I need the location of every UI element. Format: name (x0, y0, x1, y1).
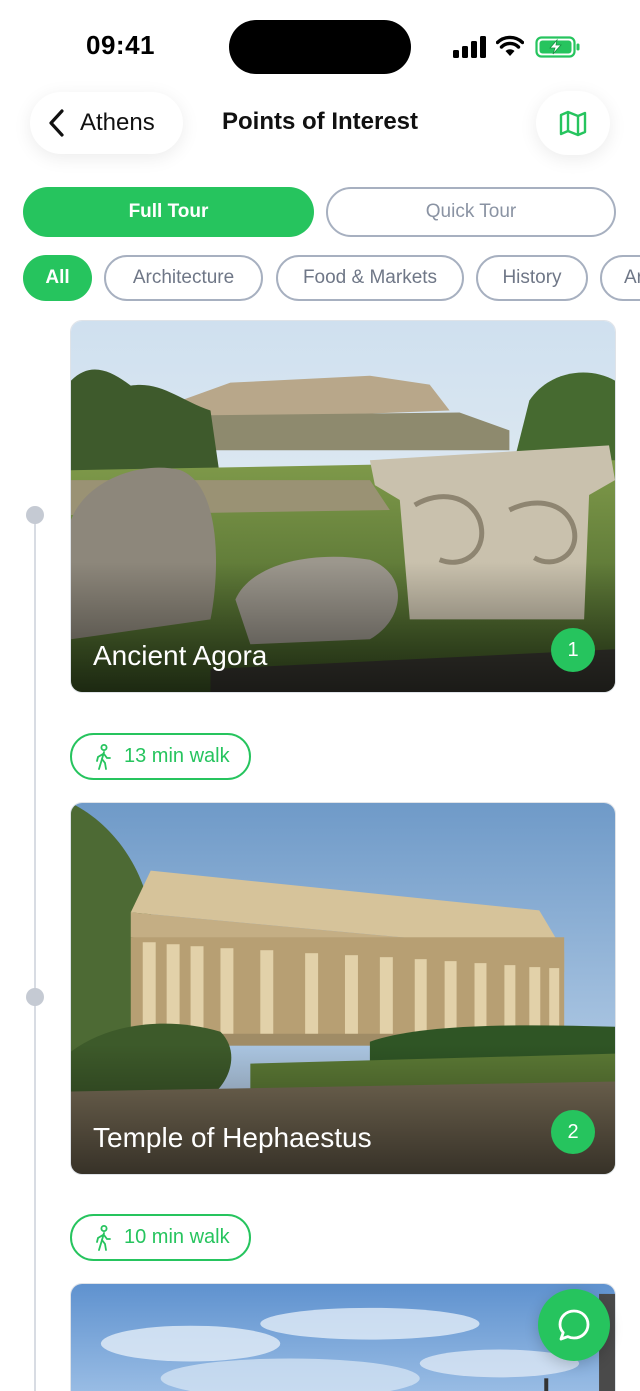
back-label: Athens (80, 109, 155, 136)
walk-icon (96, 743, 111, 770)
place-card-next[interactable] (70, 1283, 616, 1391)
place-photo (71, 1284, 615, 1391)
walk-duration-badge: 13 min walk (70, 733, 251, 780)
page-title: Points of Interest (222, 108, 419, 135)
chip-partial[interactable]: Ar (600, 255, 640, 301)
full-tour-button[interactable]: Full Tour (23, 187, 314, 237)
place-number-badge: 2 (551, 1110, 595, 1154)
chat-icon (558, 1309, 590, 1341)
status-time: 09:41 (86, 30, 155, 60)
wifi-icon (496, 35, 524, 56)
chip-all[interactable]: All (23, 255, 92, 301)
place-number-badge: 1 (551, 628, 595, 672)
walk-icon (96, 1224, 111, 1251)
place-card-temple-of-hephaestus[interactable]: Temple of Hephaestus 2 (70, 802, 616, 1175)
chat-button[interactable] (538, 1289, 610, 1361)
back-button[interactable]: Athens (30, 92, 183, 154)
status-bar: 09:41 (0, 0, 640, 90)
chip-architecture[interactable]: Architecture (104, 255, 263, 301)
timeline-dot (26, 506, 44, 524)
walk-duration-label: 13 min walk (124, 745, 230, 767)
timeline-line (34, 520, 36, 1391)
category-chips: All Architecture Food & Markets History … (0, 255, 640, 303)
map-icon (559, 110, 587, 137)
quick-tour-button[interactable]: Quick Tour (326, 187, 616, 237)
place-name: Temple of Hephaestus (93, 1122, 372, 1153)
chip-history[interactable]: History (476, 255, 588, 301)
battery-icon (535, 36, 580, 58)
chevron-left-icon (49, 109, 64, 137)
chip-food-markets[interactable]: Food & Markets (276, 255, 464, 301)
walk-duration-label: 10 min walk (124, 1226, 230, 1248)
place-name: Ancient Agora (93, 640, 268, 671)
map-button[interactable] (536, 91, 610, 155)
timeline-dot (26, 988, 44, 1006)
walk-duration-badge: 10 min walk (70, 1214, 251, 1261)
dynamic-island (229, 20, 411, 74)
place-card-ancient-agora[interactable]: Ancient Agora 1 (70, 320, 616, 693)
signal-icon (453, 36, 486, 58)
